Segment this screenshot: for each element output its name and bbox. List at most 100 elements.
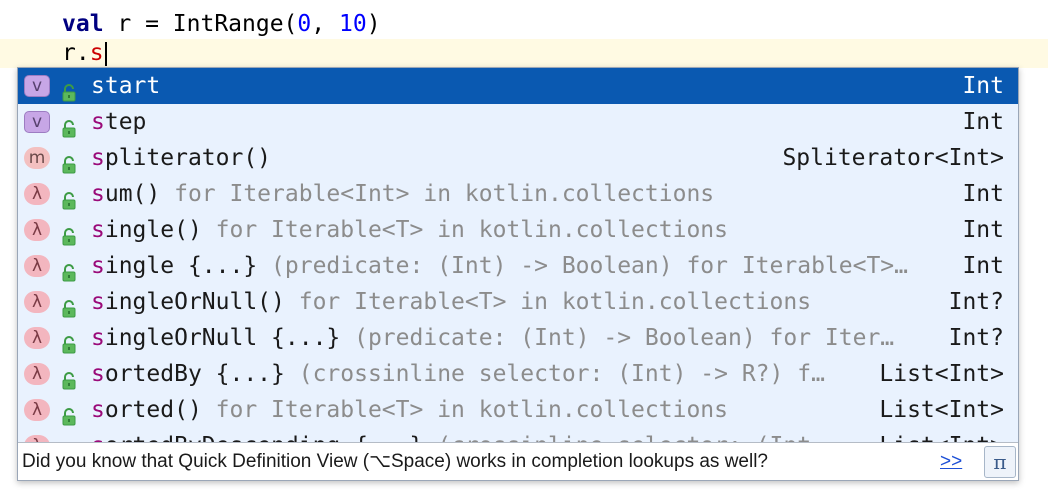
completion-item-signature: (crossinline selector: (Int) -> R?) f… — [284, 361, 825, 387]
completion-item-name: ingleOrNull() — [104, 289, 285, 315]
completion-item-type: Int — [962, 181, 1004, 207]
public-visibility-icon — [61, 221, 77, 246]
completion-item-type: Int — [962, 217, 1004, 243]
pi-icon[interactable]: π — [984, 446, 1016, 478]
public-visibility-icon — [61, 401, 77, 426]
completion-popup[interactable]: v start Int v step Int m spliterator() Spliterat… — [17, 67, 1019, 481]
completion-item[interactable]: λ sum() for Iterable<Int> in kotlin.colle… — [18, 176, 1018, 212]
completion-item-signature: (predicate: (Int) -> Boolean) for Iterab… — [257, 253, 909, 279]
completion-item-label: sorted() for Iterable<T> in kotlin.colle… — [91, 392, 728, 428]
completion-item-type: List<Int> — [879, 397, 1004, 423]
completion-item-match: s — [91, 433, 105, 442]
completion-item-name: orted() — [104, 397, 202, 423]
completion-item-name: um() — [104, 181, 161, 207]
completion-item-match: s — [91, 109, 105, 135]
completion-item[interactable]: λ sortedBy {...} (crossinline selector: (… — [18, 356, 1018, 392]
completion-item-label: single() for Iterable<T> in kotlin.colle… — [91, 212, 728, 248]
public-visibility-icon — [61, 77, 77, 102]
completion-item-match: s — [91, 325, 105, 351]
completion-item-match: s — [91, 181, 105, 207]
completion-item-signature: for Iterable<T> in kotlin.collections — [284, 289, 812, 315]
completion-item-name: ingle() — [104, 217, 202, 243]
completion-item-label: sum() for Iterable<Int> in kotlin.collec… — [91, 176, 714, 212]
completion-item-type: Int? — [948, 289, 1004, 315]
completion-item-signature: for Iterable<T> in kotlin.collections — [201, 397, 728, 423]
code-line-1-text: val r = IntRange(0, 10) — [62, 8, 381, 40]
completion-item-match: s — [91, 253, 105, 279]
lambda-kind-icon: λ — [24, 219, 50, 241]
public-visibility-icon — [61, 329, 77, 354]
completion-item-match: s — [91, 145, 105, 171]
completion-item[interactable]: v step Int — [18, 104, 1018, 140]
completion-item-signature: for Iterable<Int> in kotlin.collections — [160, 181, 715, 207]
code-line-2-current[interactable]: r.s — [0, 39, 1048, 68]
completion-item[interactable]: λ singleOrNull() for Iterable<T> in kotli… — [18, 284, 1018, 320]
lambda-kind-icon: λ — [24, 327, 50, 349]
completion-item-type: Spliterator<Int> — [782, 145, 1004, 171]
var-kind-icon: v — [24, 75, 50, 97]
completion-item-type: List<Int> — [879, 361, 1004, 387]
completion-item-label: step — [91, 104, 146, 140]
text-caret — [104, 41, 107, 66]
completion-item-match: s — [91, 289, 105, 315]
completion-item-name: ingleOrNull {...} — [104, 325, 341, 351]
code-fragment: ) — [366, 11, 381, 37]
completion-item-type: Int — [962, 73, 1004, 99]
completion-item[interactable]: m spliterator() Spliterator<Int> — [18, 140, 1018, 176]
public-visibility-icon — [61, 185, 77, 210]
lambda-kind-icon: λ — [24, 435, 50, 442]
completion-item-match: s — [91, 397, 105, 423]
completion-item-label: singleOrNull {...} (predicate: (Int) -> … — [91, 320, 894, 356]
val-keyword: val — [62, 11, 104, 37]
completion-item-name: tep — [104, 109, 147, 135]
number-literal: 0 — [297, 11, 312, 37]
completion-item-name: pliterator() — [104, 145, 272, 171]
completion-item-type: Int? — [948, 325, 1004, 351]
lambda-kind-icon: λ — [24, 363, 50, 385]
var-kind-icon: v — [24, 111, 50, 133]
public-visibility-icon — [61, 293, 77, 318]
code-line-1[interactable]: val r = IntRange(0, 10) — [0, 8, 1048, 40]
public-visibility-icon — [61, 365, 77, 390]
completion-item-signature: (predicate: (Int) -> Boolean) for Iter… — [340, 325, 895, 351]
completion-item[interactable]: λ singleOrNull {...} (predicate: (Int) ->… — [18, 320, 1018, 356]
completion-item[interactable]: λ single() for Iterable<T> in kotlin.coll… — [18, 212, 1018, 248]
code-fragment: , — [311, 11, 339, 37]
completion-item-label: singleOrNull() for Iterable<T> in kotlin… — [91, 284, 811, 320]
completion-item-signature: (crossinline selector: (Int — [423, 433, 811, 442]
completion-item-match: s — [91, 361, 105, 387]
tip-more-link[interactable]: >> — [940, 443, 962, 480]
completion-item-label: sortedBy {...} (crossinline selector: (I… — [91, 356, 825, 392]
completion-item-match: s — [91, 73, 105, 99]
public-visibility-icon — [61, 257, 77, 282]
public-visibility-icon — [61, 149, 77, 174]
lambda-kind-icon: λ — [24, 183, 50, 205]
completion-item-name: ortedByDescending {...} — [105, 433, 424, 442]
completion-item-label: sortedByDescending {...} (crossinline se… — [91, 428, 811, 442]
code-fragment: r. — [62, 40, 90, 66]
lambda-kind-icon: λ — [24, 255, 50, 277]
tip-text: Did you know that Quick Definition View … — [22, 451, 768, 472]
lambda-kind-icon: λ — [24, 399, 50, 421]
code-line-2-text: r.s — [62, 39, 107, 68]
completion-item[interactable]: v start Int — [18, 68, 1018, 104]
completion-item-label: spliterator() — [91, 140, 271, 176]
completion-item-signature: for Iterable<T> in kotlin.collections — [201, 217, 728, 243]
completion-item-name: ingle {...} — [104, 253, 258, 279]
typed-prefix: s — [89, 40, 104, 66]
completion-item-label: single {...} (predicate: (Int) -> Boolea… — [91, 248, 908, 284]
completion-item-type: Int — [962, 109, 1004, 135]
completion-item[interactable]: λ sorted() for Iterable<T> in kotlin.coll… — [18, 392, 1018, 428]
completion-item-label: start — [91, 68, 160, 104]
number-literal: 10 — [338, 11, 367, 37]
completion-item[interactable]: λ sortedByDescending {...} (crossinline s… — [18, 428, 1018, 442]
completion-list[interactable]: v start Int v step Int m spliterator() Spliterat… — [18, 68, 1018, 442]
completion-item-match: s — [91, 217, 105, 243]
completion-item-name: ortedBy {...} — [104, 361, 285, 387]
completion-tip-bar: Did you know that Quick Definition View … — [18, 442, 1018, 480]
completion-item-type: List<Int> — [879, 428, 1004, 442]
method-kind-icon: m — [24, 147, 50, 169]
completion-item-type: Int — [962, 253, 1004, 279]
public-visibility-icon — [61, 113, 77, 138]
completion-item[interactable]: λ single {...} (predicate: (Int) -> Boole… — [18, 248, 1018, 284]
